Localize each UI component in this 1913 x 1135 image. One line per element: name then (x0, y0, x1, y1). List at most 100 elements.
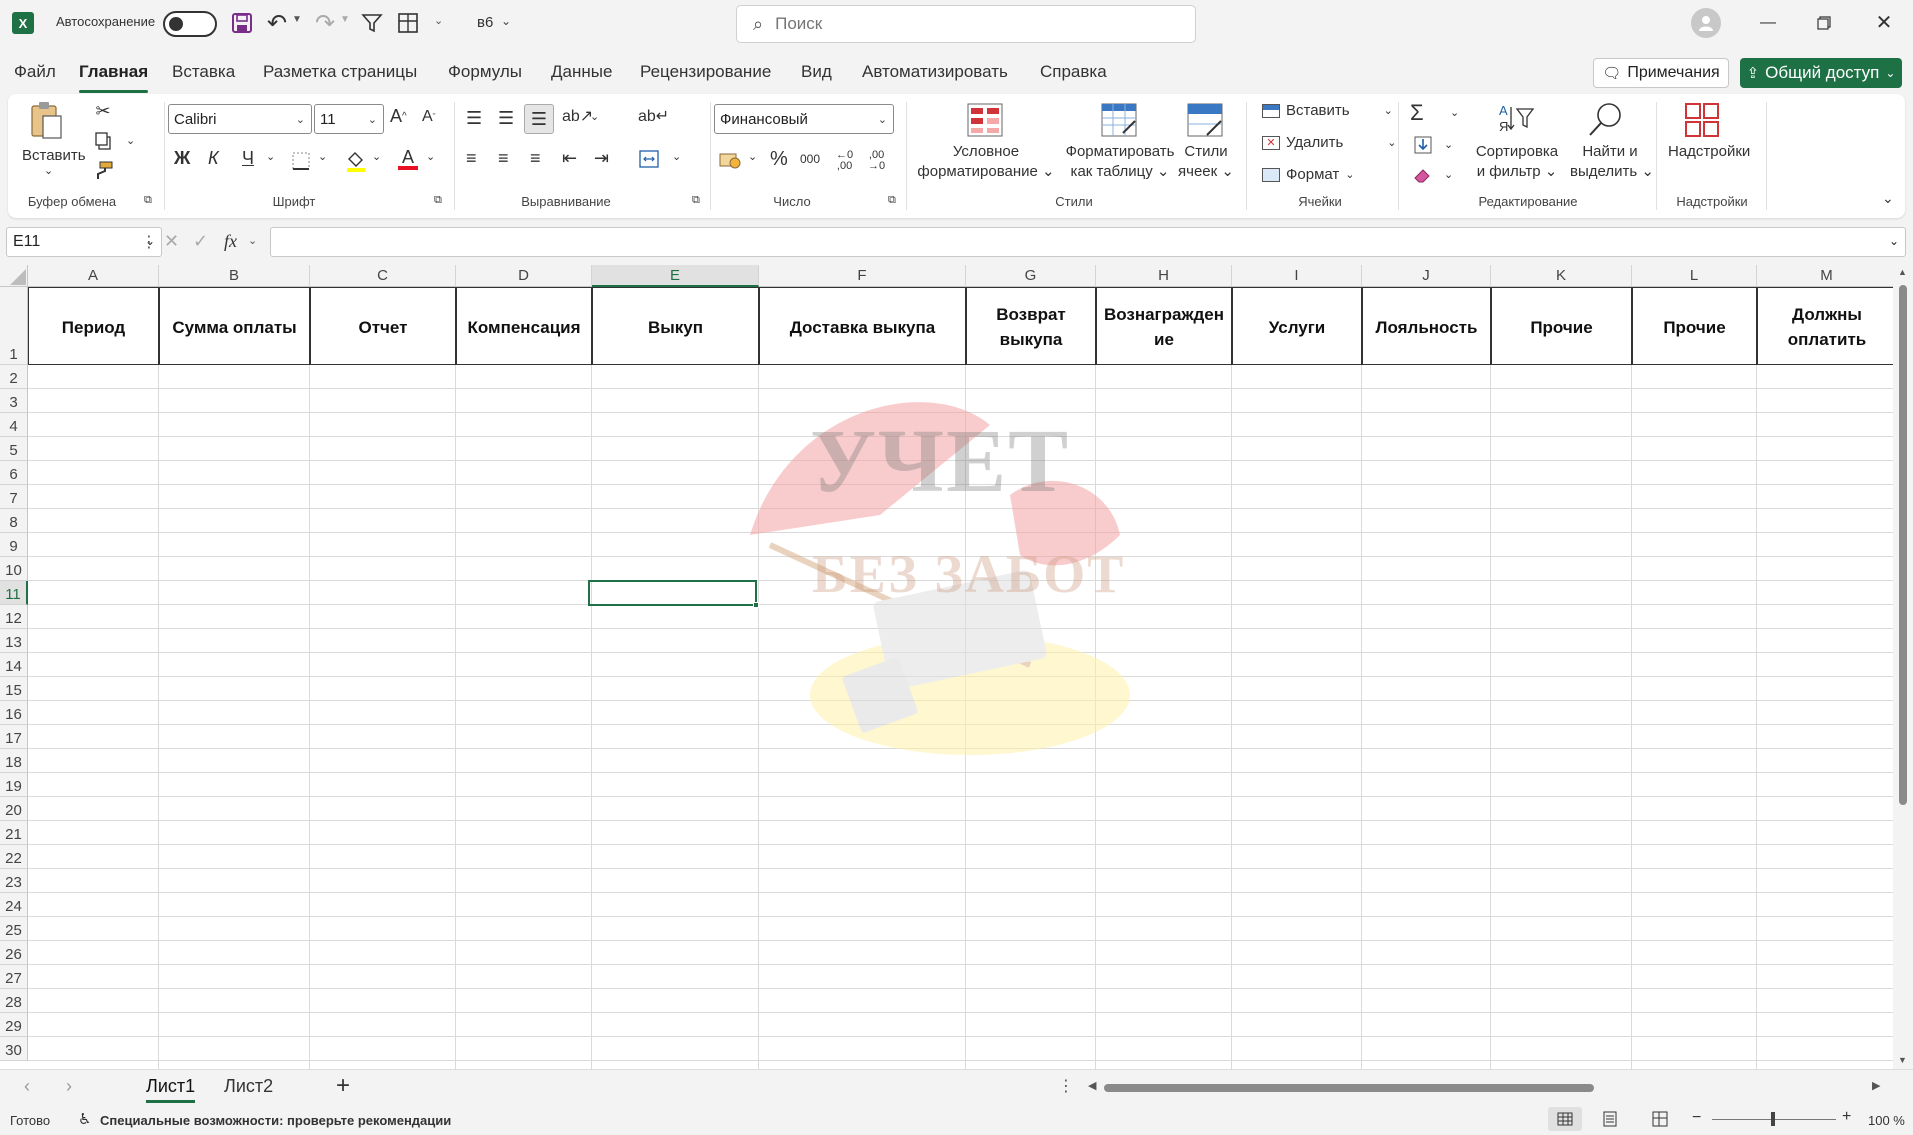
minimize-icon[interactable]: — (1756, 12, 1780, 34)
align-center-icon[interactable]: ≡ (498, 148, 509, 169)
header-cell-i[interactable]: Услуги (1232, 288, 1362, 366)
page-layout-view-icon[interactable] (1602, 1111, 1618, 1127)
worksheet-grid[interactable]: ABCDEFGHIJKLM 1 2 3 4 5 6 7 8 9 10 11 12 13 14 15 16 17 1… (0, 265, 1913, 1069)
format-as-table-label[interactable]: Форматировать как таблицу ⌄ (1060, 142, 1180, 182)
tab-data[interactable]: Данные (551, 62, 612, 82)
page-break-view-icon[interactable] (1652, 1111, 1668, 1127)
row-header-3[interactable]: 3 (0, 389, 28, 413)
number-launcher-icon[interactable]: ⧉ (888, 194, 896, 207)
zoom-level[interactable]: 100 % (1868, 1113, 1905, 1128)
paste-icon[interactable] (28, 100, 64, 140)
search-input[interactable] (775, 14, 1156, 34)
column-header-c[interactable]: C (310, 265, 456, 287)
fill-dropdown-icon[interactable]: ⌄ (1444, 138, 1453, 151)
copy-icon[interactable] (92, 130, 114, 152)
save-icon[interactable] (230, 11, 254, 35)
row-header-22[interactable]: 22 (0, 845, 28, 869)
fill-color-icon[interactable] (344, 148, 368, 174)
header-cell-a[interactable]: Период (28, 288, 159, 366)
undo-icon[interactable]: ↶ (264, 10, 290, 37)
clear-dropdown-icon[interactable]: ⌄ (1444, 168, 1453, 181)
cut-icon[interactable]: ✂ (92, 100, 114, 122)
fill-handle[interactable] (753, 602, 759, 608)
tab-file[interactable]: Файл (14, 62, 56, 82)
formula-input[interactable]: ⌄ (270, 227, 1906, 257)
addins-label[interactable]: Надстройки (1668, 142, 1750, 162)
tabs-options-icon[interactable]: ⋮ (1058, 1076, 1074, 1096)
clear-icon[interactable] (1412, 164, 1434, 186)
conditional-formatting-icon[interactable] (966, 102, 1004, 138)
shrink-font-icon[interactable]: Aˇ (422, 108, 436, 126)
italic-button[interactable]: К (208, 148, 219, 169)
clipboard-launcher-icon[interactable]: ⧉ (144, 194, 152, 207)
insert-cells-button[interactable]: Вставить ⌄ (1262, 102, 1393, 119)
row-header-5[interactable]: 5 (0, 437, 28, 461)
align-middle-icon[interactable]: ☰ (498, 108, 514, 129)
header-cell-m[interactable]: Должны оплатить (1757, 288, 1897, 366)
align-top-icon[interactable]: ☰ (466, 108, 482, 129)
addins-icon[interactable] (1682, 100, 1722, 140)
insert-function-dropdown-icon[interactable]: ⌄ (248, 234, 257, 247)
header-cell-k[interactable]: Прочие (1491, 288, 1632, 366)
format-as-table-icon[interactable] (1100, 102, 1138, 138)
row-header-11[interactable]: 11 (0, 581, 28, 605)
column-header-k[interactable]: K (1491, 265, 1632, 287)
row-header-21[interactable]: 21 (0, 821, 28, 845)
zoom-slider-thumb[interactable] (1771, 1112, 1775, 1126)
row-header-8[interactable]: 8 (0, 509, 28, 533)
cancel-entry-icon[interactable]: ✕ (164, 231, 179, 252)
row-header-30[interactable]: 30 (0, 1037, 28, 1061)
increase-decimal-icon[interactable]: ←0,00 (836, 150, 853, 172)
column-header-e[interactable]: E (592, 265, 759, 287)
prev-sheet-icon[interactable]: ‹ (24, 1076, 30, 1097)
column-header-f[interactable]: F (759, 265, 966, 287)
scroll-left-icon[interactable]: ◀ (1088, 1079, 1096, 1092)
align-bottom-icon[interactable]: ☰ (524, 104, 554, 134)
format-cells-button[interactable]: Формат ⌄ (1262, 166, 1355, 183)
row-header-10[interactable]: 10 (0, 557, 28, 581)
row-header-1[interactable]: 1 (0, 287, 28, 365)
bold-button[interactable]: Ж (174, 148, 190, 169)
tab-insert[interactable]: Вставка (172, 62, 235, 82)
font-color-icon[interactable]: A (396, 146, 420, 172)
header-cell-e[interactable]: Выкуп (592, 288, 759, 366)
align-right-icon[interactable]: ≡ (530, 148, 541, 169)
row-header-9[interactable]: 9 (0, 533, 28, 557)
tab-page-layout[interactable]: Разметка страницы (263, 62, 417, 82)
restore-icon[interactable] (1812, 12, 1836, 34)
row-header-13[interactable]: 13 (0, 629, 28, 653)
autosum-icon[interactable]: Σ (1410, 100, 1424, 126)
borders-icon[interactable] (290, 150, 312, 172)
column-header-m[interactable]: M (1757, 265, 1897, 287)
zoom-in-icon[interactable]: + (1842, 1108, 1851, 1126)
tab-formulas[interactable]: Формулы (448, 62, 522, 82)
row-header-28[interactable]: 28 (0, 989, 28, 1013)
merge-dropdown-icon[interactable]: ⌄ (672, 150, 681, 163)
delete-cells-button[interactable]: ✕ Удалить ⌄ (1262, 134, 1397, 151)
conditional-formatting-label[interactable]: Условное форматирование ⌄ (916, 142, 1056, 182)
tab-view[interactable]: Вид (801, 62, 832, 82)
wrap-text-icon[interactable]: ab↵ (638, 106, 669, 126)
next-sheet-icon[interactable]: › (66, 1076, 72, 1097)
column-header-j[interactable]: J (1362, 265, 1491, 287)
increase-indent-icon[interactable]: ⇥ (594, 148, 609, 169)
collapse-ribbon-icon[interactable]: ⌄ (1882, 190, 1894, 207)
row-header-25[interactable]: 25 (0, 917, 28, 941)
header-cell-c[interactable]: Отчет (310, 288, 456, 366)
header-cell-h[interactable]: Вознагражден ие (1096, 288, 1232, 366)
cell-styles-icon[interactable] (1186, 102, 1224, 138)
sort-filter-icon[interactable]: АЯ (1496, 100, 1536, 136)
align-left-icon[interactable]: ≡ (466, 148, 477, 169)
header-cell-g[interactable]: Возврат выкупа (966, 288, 1096, 366)
fill-icon[interactable] (1412, 134, 1434, 156)
name-box[interactable]: E11 ⌄ (6, 227, 162, 257)
orientation-icon[interactable]: ab↗ (562, 106, 593, 126)
header-cell-f[interactable]: Доставка выкупа (759, 288, 966, 366)
find-select-icon[interactable] (1586, 100, 1626, 140)
font-launcher-icon[interactable]: ⧉ (434, 194, 442, 207)
row-header-18[interactable]: 18 (0, 749, 28, 773)
decrease-decimal-icon[interactable]: ,00 →0 (868, 150, 885, 172)
row-header-4[interactable]: 4 (0, 413, 28, 437)
header-cell-b[interactable]: Сумма оплаты (159, 288, 310, 366)
underline-button[interactable]: Ч (242, 148, 254, 169)
